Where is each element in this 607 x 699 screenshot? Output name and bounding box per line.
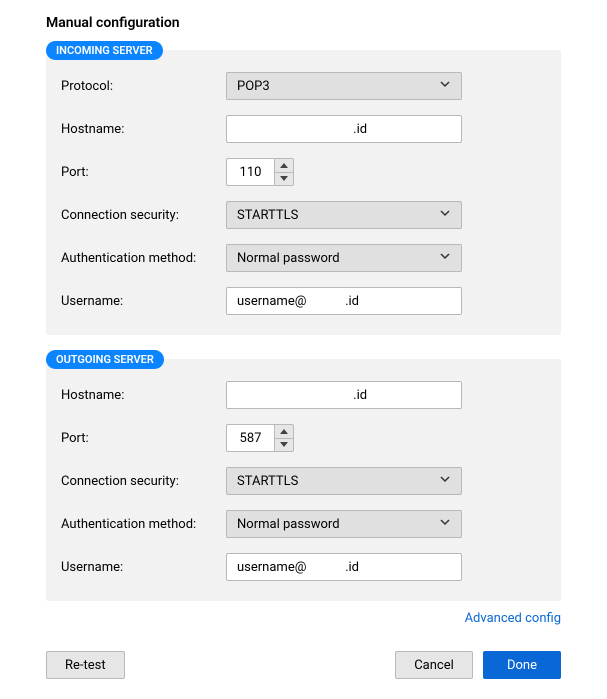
incoming-security-select[interactable]: STARTTLS	[226, 201, 462, 229]
outgoing-hostname-input[interactable]	[226, 381, 462, 409]
outgoing-username-input[interactable]	[226, 553, 462, 581]
outgoing-security-select[interactable]: STARTTLS	[226, 467, 462, 495]
auth-value: Normal password	[237, 251, 340, 266]
button-row: Re-test Cancel Done	[46, 651, 561, 679]
chevron-down-icon	[439, 78, 451, 94]
port-spinner	[274, 158, 294, 186]
cancel-button[interactable]: Cancel	[395, 651, 473, 679]
incoming-username-input[interactable]	[226, 287, 462, 315]
username-label: Username:	[61, 294, 226, 309]
auth-label: Authentication method:	[61, 251, 226, 266]
port-spinner	[274, 424, 294, 452]
chevron-down-icon	[439, 207, 451, 223]
incoming-port-input[interactable]	[226, 158, 274, 186]
incoming-badge: INCOMING SERVER	[46, 41, 163, 60]
chevron-down-icon	[439, 516, 451, 532]
spinner-down-button[interactable]	[275, 173, 293, 186]
protocol-label: Protocol:	[61, 79, 226, 94]
spinner-up-button[interactable]	[275, 159, 293, 173]
done-button[interactable]: Done	[483, 651, 561, 679]
spinner-up-button[interactable]	[275, 425, 293, 439]
incoming-hostname-input[interactable]	[226, 115, 462, 143]
outgoing-badge: OUTGOING SERVER	[46, 350, 164, 369]
outgoing-auth-select[interactable]: Normal password	[226, 510, 462, 538]
auth-label: Authentication method:	[61, 517, 226, 532]
username-label: Username:	[61, 560, 226, 575]
port-label: Port:	[61, 431, 226, 446]
port-label: Port:	[61, 165, 226, 180]
security-value: STARTTLS	[237, 474, 298, 489]
spinner-down-button[interactable]	[275, 439, 293, 452]
security-label: Connection security:	[61, 474, 226, 489]
chevron-down-icon	[439, 250, 451, 266]
chevron-down-icon	[439, 473, 451, 489]
auth-value: Normal password	[237, 517, 340, 532]
protocol-select[interactable]: POP3	[226, 72, 462, 100]
hostname-label: Hostname:	[61, 122, 226, 137]
outgoing-port-input[interactable]	[226, 424, 274, 452]
incoming-auth-select[interactable]: Normal password	[226, 244, 462, 272]
protocol-value: POP3	[237, 79, 270, 94]
advanced-config-link[interactable]: Advanced config	[465, 611, 561, 626]
page-title: Manual configuration	[46, 15, 561, 31]
outgoing-server-section: Hostname: Port: Connection security:	[46, 359, 561, 601]
security-label: Connection security:	[61, 208, 226, 223]
retest-button[interactable]: Re-test	[46, 651, 125, 679]
hostname-label: Hostname:	[61, 388, 226, 403]
security-value: STARTTLS	[237, 208, 298, 223]
incoming-server-section: Protocol: POP3 Hostname: Port:	[46, 50, 561, 335]
